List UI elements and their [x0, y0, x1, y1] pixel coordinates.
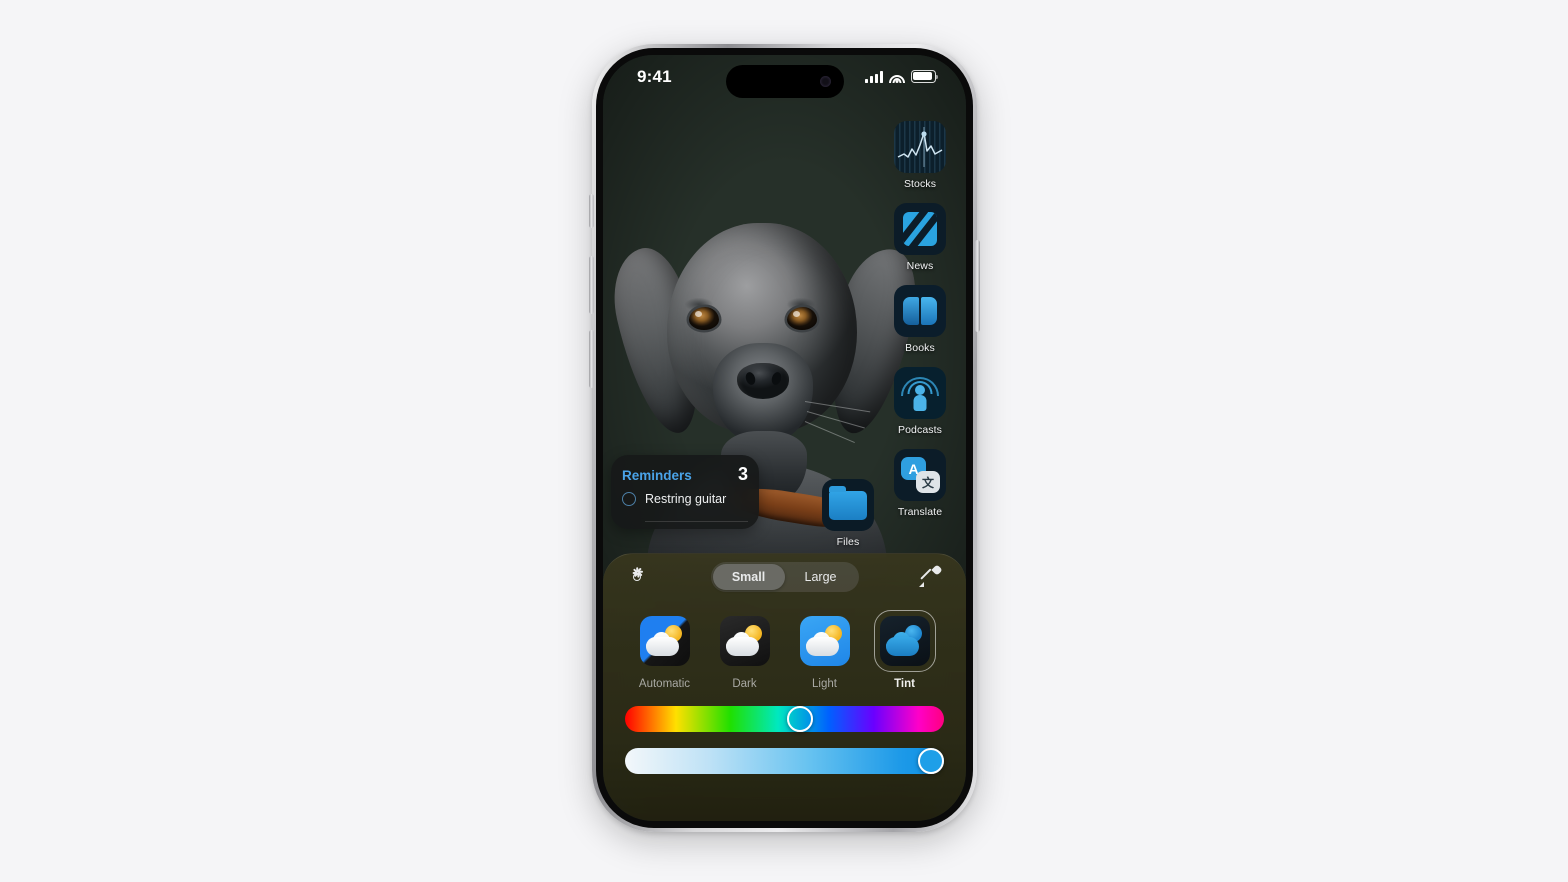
size-segmented-control[interactable]: Small Large — [710, 562, 859, 592]
app-icon-files[interactable]: Files — [812, 479, 884, 548]
appearance-mode-dark[interactable]: Dark — [714, 610, 776, 690]
sheet-bottom-area — [603, 775, 966, 821]
brightness-sun-icon[interactable] — [626, 566, 648, 588]
widget-header: Reminders 3 — [622, 464, 748, 485]
screenshot-canvas: 9:41 Stocks News Books Podcasts A 文 Tran… — [0, 0, 1568, 882]
status-bar-time: 9:41 — [637, 67, 672, 86]
app-icon-translate[interactable]: A文 Translate — [884, 449, 956, 518]
action-button[interactable] — [589, 194, 594, 228]
saturation-slider[interactable] — [625, 748, 945, 774]
app-icon-news[interactable]: News — [884, 203, 956, 272]
appearance-mode-tint[interactable]: Tint — [873, 610, 936, 690]
wifi-icon — [889, 71, 905, 83]
segment-option-large[interactable]: Large — [785, 564, 857, 590]
saturation-slider-handle[interactable] — [918, 748, 945, 774]
app-label: Translate — [897, 506, 943, 518]
app-label: Stocks — [903, 178, 937, 190]
sheet-toolbar: Small Large — [603, 554, 966, 600]
app-icon-grid: Stocks News Books Podcasts A 文 Translate — [884, 121, 956, 531]
power-button[interactable] — [975, 240, 980, 332]
status-bar: 9:41 — [603, 55, 966, 103]
app-label: Books — [905, 342, 935, 354]
volume-up-button[interactable] — [589, 256, 594, 314]
reminder-checkbox-icon[interactable] — [622, 492, 636, 506]
mode-label: Tint — [894, 678, 915, 690]
app-label: Podcasts — [898, 424, 942, 436]
files-icon — [822, 479, 874, 531]
mode-label: Light — [812, 678, 837, 690]
segment-option-small[interactable]: Small — [712, 564, 785, 590]
phone-screen: 9:41 Stocks News Books Podcasts A 文 Tran… — [603, 55, 966, 821]
podcasts-icon — [894, 367, 946, 419]
books-icon — [894, 285, 946, 337]
app-icon-stocks[interactable]: Stocks — [884, 121, 956, 190]
dynamic-island — [725, 65, 844, 98]
app-label: News — [906, 260, 934, 272]
cellular-signal-icon — [865, 70, 883, 83]
appearance-mode-light[interactable]: Light — [794, 610, 856, 690]
appearance-mode-row: Automatic Dark Light Tint — [603, 610, 966, 690]
hue-slider[interactable] — [625, 706, 944, 732]
mode-label: Automatic — [638, 678, 691, 690]
wallpaper-customize-sheet: Small Large Automatic Dark Light Tint — [603, 553, 966, 821]
mode-label: Dark — [732, 678, 757, 690]
appearance-mode-automatic[interactable]: Automatic — [634, 610, 696, 690]
reminder-task-label: Restring guitar — [645, 492, 727, 506]
app-label: Files — [836, 536, 860, 548]
app-icon-podcasts[interactable]: Podcasts — [884, 367, 956, 436]
battery-icon — [911, 70, 939, 83]
weather-icon-tint — [879, 616, 930, 666]
front-camera-icon — [819, 76, 831, 87]
widget-title: Reminders — [622, 468, 692, 483]
widget-count-badge: 3 — [737, 464, 748, 484]
weather-icon-automatic — [639, 616, 690, 666]
widget-divider — [645, 521, 748, 522]
reminder-list-item[interactable]: Restring guitar — [622, 492, 748, 506]
eyedropper-icon[interactable] — [918, 564, 943, 589]
status-bar-indicators — [865, 70, 939, 83]
iphone-device-frame: 9:41 Stocks News Books Podcasts A 文 Tran… — [589, 44, 980, 832]
weather-icon-light — [799, 616, 850, 666]
news-icon — [894, 203, 946, 255]
stocks-icon — [894, 121, 946, 173]
weather-icon-dark — [719, 616, 770, 666]
hue-slider-handle[interactable] — [787, 706, 814, 732]
translate-icon: A文 — [894, 449, 946, 501]
app-icon-books[interactable]: Books — [884, 285, 956, 354]
reminders-widget[interactable]: Reminders 3 Restring guitar — [611, 455, 759, 529]
volume-down-button[interactable] — [589, 330, 594, 388]
